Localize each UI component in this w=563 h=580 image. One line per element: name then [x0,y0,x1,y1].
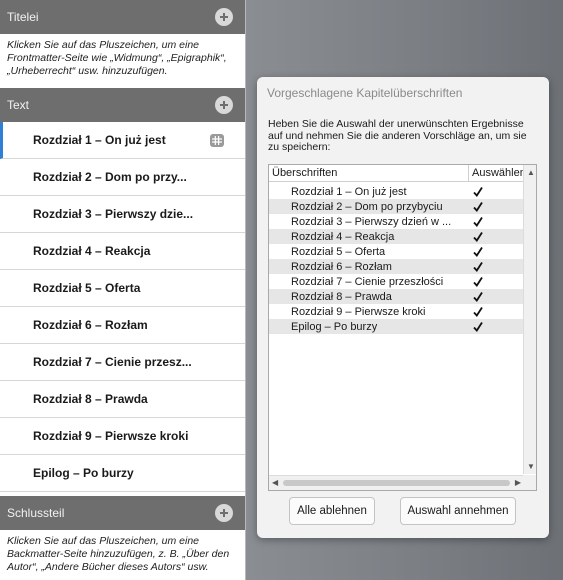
heading-label: Rozdział 2 – Dom po przybyciu [291,200,443,213]
checkmark-icon [473,291,483,302]
heading-label: Rozdział 7 – Cienie przeszłości [291,275,444,288]
add-back-page-button[interactable] [215,504,233,522]
chapter-item[interactable]: Rozdział 1 – On już jest [0,122,245,159]
chapter-title: Rozdział 2 – Dom po przy... [33,170,187,184]
column-header-headings[interactable]: Überschriften [269,165,469,181]
select-checkbox[interactable] [469,201,524,213]
scroll-left-icon[interactable]: ◀ [272,479,278,487]
reject-all-button[interactable]: Alle ablehnen [289,497,375,525]
heading-label: Rozdział 4 – Reakcja [291,230,395,243]
scroll-up-icon[interactable]: ▲ [527,169,535,177]
back-matter-hint: Klicken Sie auf das Pluszeichen, um eine… [0,530,245,574]
chapter-title: Rozdział 5 – Oferta [33,281,141,295]
front-matter-hint: Klicken Sie auf das Pluszeichen, um eine… [0,34,245,88]
select-checkbox[interactable] [469,276,524,288]
section-header-front: Titelei [0,0,245,34]
chapter-title: Rozdział 8 – Prawda [33,392,148,406]
chapter-title: Epilog – Po burzy [33,466,134,480]
add-front-page-button[interactable] [215,8,233,26]
chapter-item[interactable]: Rozdział 8 – Prawda [0,381,245,418]
chapter-title: Rozdział 6 – Rozłam [33,318,148,332]
chapter-title: Rozdział 9 – Pierwsze kroki [33,429,189,443]
checkmark-icon [473,186,483,197]
select-checkbox[interactable] [469,306,524,318]
heading-label: Epilog – Po burzy [291,320,378,333]
dialog-description: Heben Sie die Auswahl der unerwünschten … [268,118,527,153]
scroll-corner [523,475,536,490]
heading-row[interactable]: Rozdział 6 – Rozłam [269,259,524,274]
section-header-back: Schlussteil [0,496,245,530]
checkmark-icon [473,216,483,227]
chapter-title: Rozdział 1 – On już jest [33,133,166,147]
vertical-scrollbar[interactable]: ▲ ▼ [523,165,536,474]
checkmark-icon [473,261,483,272]
checkmark-icon [473,276,483,287]
select-checkbox[interactable] [469,246,524,258]
chapter-list: Rozdział 1 – On już jest Rozdział 2 – Do… [0,122,245,492]
section-title-text: Text [7,98,30,112]
heading-row[interactable]: Epilog – Po burzy [269,319,524,334]
horizontal-scroll-thumb[interactable] [283,480,510,486]
heading-row[interactable]: Rozdział 7 – Cienie przeszłości [269,274,524,289]
select-checkbox[interactable] [469,291,524,303]
plus-icon [220,101,228,109]
sidebar: Titelei Klicken Sie auf das Pluszeichen,… [0,0,246,580]
list-header: Überschriften Auswählen [269,165,524,182]
chapter-item[interactable]: Rozdział 9 – Pierwsze kroki [0,418,245,455]
chapter-item[interactable]: Rozdział 4 – Reakcja [0,233,245,270]
column-header-select[interactable]: Auswählen [469,165,524,181]
select-checkbox[interactable] [469,186,524,198]
heading-row[interactable]: Rozdział 1 – On już jest [269,184,524,199]
accept-selection-button[interactable]: Auswahl annehmen [400,497,516,525]
chapter-item[interactable]: Rozdział 5 – Oferta [0,270,245,307]
checkmark-icon [473,201,483,212]
heading-label: Rozdział 6 – Rozłam [291,260,392,273]
heading-label: Rozdział 5 – Oferta [291,245,386,258]
list-rows: Rozdział 1 – On już jest Rozdział 2 – Dom… [269,184,524,334]
section-header-text: Text [0,88,245,122]
chapter-item[interactable]: Rozdział 6 – Rozłam [0,307,245,344]
section-title-front: Titelei [7,10,39,24]
chapter-title: Rozdział 4 – Reakcja [33,244,151,258]
chapter-item[interactable]: Rozdział 2 – Dom po przy... [0,159,245,196]
scroll-down-icon[interactable]: ▼ [527,463,535,471]
dialog-title: Vorgeschlagene Kapitelüberschriften [267,86,463,100]
heading-label: Rozdział 1 – On już jest [291,185,407,198]
heading-label: Rozdział 8 – Prawda [291,290,392,303]
chapter-title: Rozdział 7 – Cienie przesz... [33,355,192,369]
checkmark-icon [473,231,483,242]
heading-label: Rozdział 9 – Pierwsze kroki [291,305,426,318]
chapter-title: Rozdział 3 – Pierwszy dzie... [33,207,194,221]
chapter-menu-icon[interactable] [210,134,224,147]
heading-row[interactable]: Rozdział 5 – Oferta [269,244,524,259]
scroll-right-icon[interactable]: ▶ [515,479,521,487]
select-checkbox[interactable] [469,216,524,228]
heading-row[interactable]: Rozdział 3 – Pierwszy dzień w ... [269,214,524,229]
chapter-item[interactable]: Rozdział 7 – Cienie przesz... [0,344,245,381]
select-checkbox[interactable] [469,261,524,273]
headings-list[interactable]: Überschriften Auswählen Rozdział 1 – On … [268,164,537,491]
select-checkbox[interactable] [469,321,524,333]
heading-row[interactable]: Rozdział 4 – Reakcja [269,229,524,244]
add-chapter-button[interactable] [215,96,233,114]
horizontal-scrollbar[interactable]: ◀ ▶ [269,475,524,490]
plus-icon [220,13,228,21]
heading-row[interactable]: Rozdział 9 – Pierwsze kroki [269,304,524,319]
checkmark-icon [473,321,483,332]
checkmark-icon [473,306,483,317]
checkmark-icon [473,246,483,257]
suggested-headings-dialog: Vorgeschlagene Kapitelüberschriften Hebe… [257,77,549,538]
chapter-item[interactable]: Rozdział 3 – Pierwszy dzie... [0,196,245,233]
heading-row[interactable]: Rozdział 2 – Dom po przybyciu [269,199,524,214]
chapter-item[interactable]: Epilog – Po burzy [0,455,245,492]
select-checkbox[interactable] [469,231,524,243]
heading-row[interactable]: Rozdział 8 – Prawda [269,289,524,304]
heading-label: Rozdział 3 – Pierwszy dzień w ... [291,215,452,228]
section-title-back: Schlussteil [7,506,65,520]
plus-icon [220,509,228,517]
